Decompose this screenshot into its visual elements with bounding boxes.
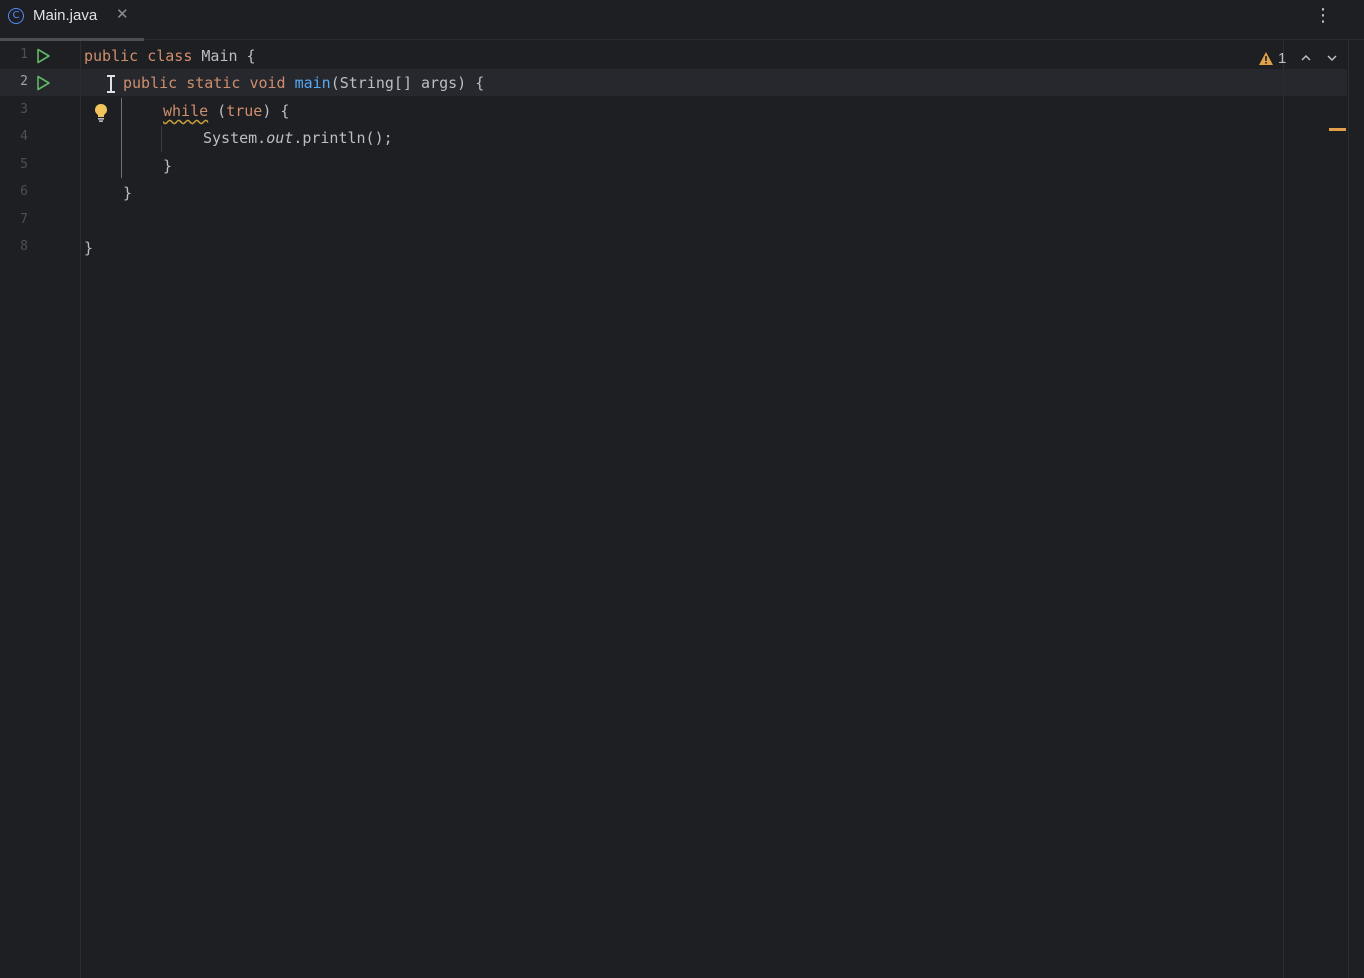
text-cursor-icon <box>107 75 115 93</box>
indent-guide <box>121 98 122 178</box>
code-text: (String[] args) { <box>330 74 485 92</box>
code-text: ) { <box>262 102 290 120</box>
code-text: Main { <box>192 47 256 65</box>
line-number[interactable]: 3 <box>0 102 28 117</box>
code-text: } <box>123 184 133 202</box>
run-icon[interactable] <box>35 48 51 64</box>
chevron-down-icon[interactable] <box>1325 51 1339 65</box>
active-tab-indicator <box>0 38 144 41</box>
code-line-2[interactable]: public static void main(String[] args) { <box>123 73 484 93</box>
java-class-icon: C <box>8 8 24 24</box>
run-icon[interactable] <box>35 75 51 91</box>
line-number[interactable]: 5 <box>0 157 28 172</box>
line-number[interactable]: 6 <box>0 184 28 199</box>
code-text: } <box>163 157 173 175</box>
code-line-1[interactable]: public class Main { <box>84 46 256 66</box>
code-line-5[interactable]: } <box>163 156 172 176</box>
keyword: static <box>186 74 241 92</box>
keyword: void <box>249 74 286 92</box>
right-margin-guide <box>1283 41 1284 978</box>
code-line-6[interactable]: } <box>123 183 132 203</box>
code-line-4[interactable]: System.out.println(); <box>203 128 393 148</box>
lightbulb-icon[interactable] <box>92 103 110 123</box>
code-line-8[interactable]: } <box>84 238 93 258</box>
line-number[interactable]: 1 <box>0 47 28 62</box>
tab-label: Main.java <box>33 7 98 24</box>
tab-main-java[interactable]: C Main.java ✕ <box>0 0 144 41</box>
gutter-divider <box>80 41 81 978</box>
more-options-icon[interactable]: ⋮ <box>1314 4 1332 28</box>
line-number[interactable]: 2 <box>0 74 28 89</box>
warning-count: 1 <box>1278 49 1287 67</box>
inspection-widget[interactable]: 1 <box>1258 49 1286 67</box>
code-text: .println(); <box>293 129 393 147</box>
error-stripe[interactable] <box>1348 40 1364 978</box>
line-number[interactable]: 7 <box>0 212 28 227</box>
editor-tab-bar: C Main.java ✕ ⋮ <box>0 0 1364 41</box>
code-text: ( <box>208 102 227 120</box>
code-text: } <box>84 239 94 257</box>
code-line-3[interactable]: while (true) { <box>163 101 289 121</box>
keyword: true <box>226 102 263 120</box>
keyword-warning: while <box>163 102 209 120</box>
keyword: class <box>147 47 193 65</box>
warning-icon <box>1259 51 1273 65</box>
line-number[interactable]: 8 <box>0 239 28 254</box>
code-text: System. <box>203 129 267 147</box>
keyword: public <box>84 47 139 65</box>
line-number[interactable]: 4 <box>0 129 28 144</box>
chevron-up-icon[interactable] <box>1299 51 1313 65</box>
warning-stripe-marker[interactable] <box>1329 128 1346 131</box>
close-icon[interactable]: ✕ <box>116 5 129 23</box>
indent-guide <box>161 126 162 152</box>
method-name: main <box>294 74 331 92</box>
static-field: out <box>266 129 294 147</box>
keyword: public <box>123 74 178 92</box>
